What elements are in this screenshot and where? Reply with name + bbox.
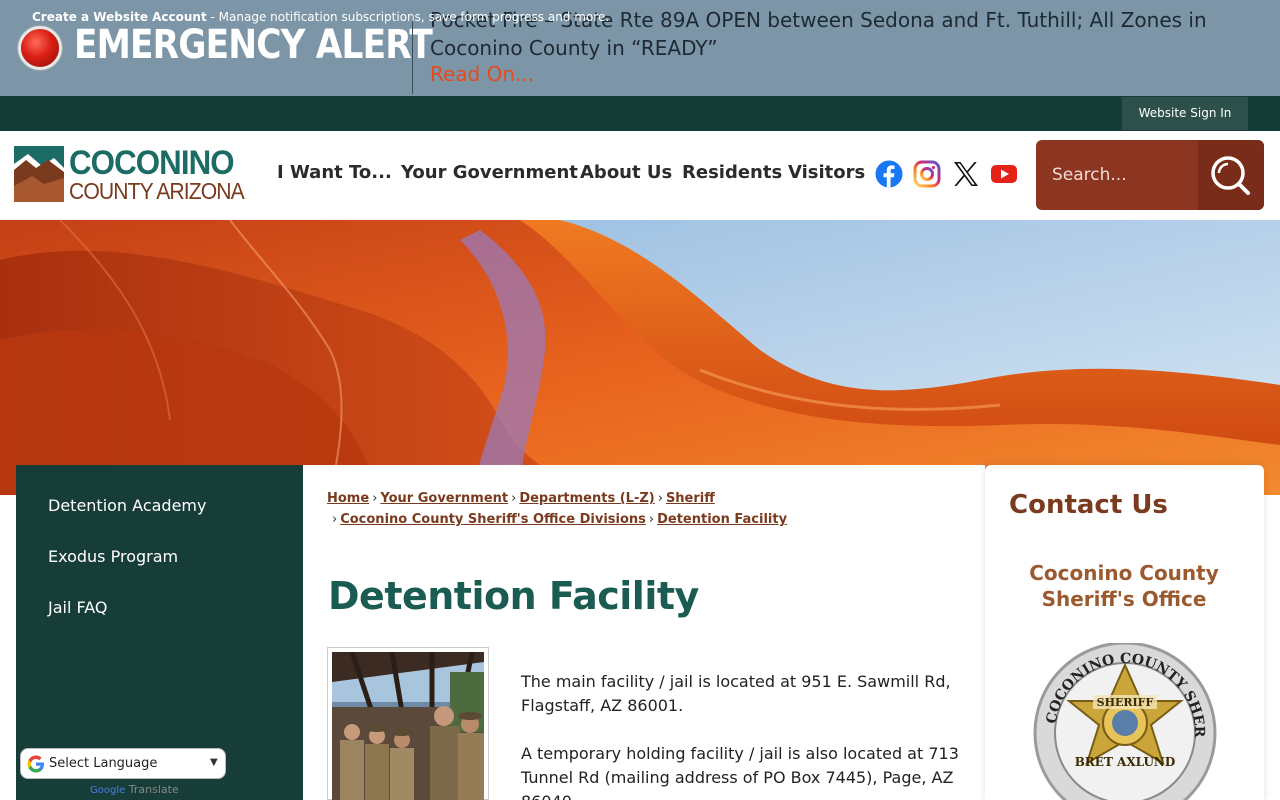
chevron-down-icon: ▼ xyxy=(210,757,218,768)
sidebar-item-detention-academy[interactable]: Detention Academy xyxy=(48,496,206,515)
x-icon[interactable] xyxy=(952,160,980,188)
sidebar-item-exodus-program[interactable]: Exodus Program xyxy=(48,547,178,566)
alert-title: EMERGENCY ALERT xyxy=(74,22,433,68)
contact-organization: Coconino County Sheriff's Office xyxy=(1004,560,1244,612)
contact-us-title: Contact Us xyxy=(1009,490,1168,520)
breadcrumb-home[interactable]: Home xyxy=(327,491,369,506)
alert-light-icon xyxy=(18,26,62,70)
language-select-label: Select Language xyxy=(49,756,158,771)
website-sign-in-button[interactable]: Website Sign In xyxy=(1122,97,1248,130)
youtube-icon[interactable] xyxy=(990,160,1018,188)
contact-org-line-2: Sheriff's Office xyxy=(1041,587,1207,611)
breadcrumb-line-2: › Coconino County Sheriff's Office Divisi… xyxy=(329,512,787,527)
mountain-logo-icon xyxy=(14,146,64,202)
instagram-icon[interactable] xyxy=(913,160,941,188)
nav-i-want-to[interactable]: I Want To... xyxy=(277,162,392,183)
alert-read-more-link[interactable]: Read On... xyxy=(430,62,534,86)
nav-about-us[interactable]: About Us xyxy=(580,162,672,183)
breadcrumb-departments[interactable]: Departments (L-Z) xyxy=(519,491,654,506)
nav-your-government[interactable]: Your Government xyxy=(401,162,578,183)
breadcrumb: Home › Your Government › Departments (L-Z) › S… xyxy=(327,491,715,506)
hero-banner-image xyxy=(0,220,1280,495)
svg-text:SHERIFF: SHERIFF xyxy=(1097,696,1154,709)
nav-visitors[interactable]: Visitors xyxy=(788,162,865,183)
sheriff-badge-seal: COCONINO COUNTY SHERIFF'S OFFICE SHERIFF… xyxy=(1033,643,1217,800)
google-g-icon xyxy=(27,755,44,773)
facebook-icon[interactable] xyxy=(875,160,903,188)
google-wordmark: Google xyxy=(90,785,126,796)
nav-residents[interactable]: Residents xyxy=(682,162,782,183)
google-translate-credit: Google Translate xyxy=(90,783,179,796)
logo-line-2: COUNTY ARIZONA xyxy=(69,178,245,204)
account-bar xyxy=(0,96,1280,131)
sidebar-item-jail-faq[interactable]: Jail FAQ xyxy=(48,598,108,617)
contact-org-line-1: Coconino County xyxy=(1029,561,1219,585)
main-facility-text: The main facility / jail is located at 9… xyxy=(521,672,951,715)
breadcrumb-separator: › xyxy=(511,491,517,506)
search-input[interactable] xyxy=(1036,140,1200,210)
search-icon xyxy=(1211,156,1250,195)
breadcrumb-your-government[interactable]: Your Government xyxy=(380,491,508,506)
temporary-facility-text: A temporary holding facility / jail is a… xyxy=(521,744,959,800)
account-description: - Manage notification subscriptions, sav… xyxy=(206,10,610,24)
svg-text:BRET AXLUND: BRET AXLUND xyxy=(1075,755,1176,769)
detention-officers-photo xyxy=(332,652,484,800)
breadcrumb-separator: › xyxy=(372,491,378,506)
coconino-county-logo[interactable]: COCONINO COUNTY ARIZONA xyxy=(14,144,260,204)
page-title: Detention Facility xyxy=(328,574,699,618)
create-account-text: Create a Website Account - Manage notifi… xyxy=(32,10,609,24)
alert-divider xyxy=(412,14,413,94)
breadcrumb-separator: › xyxy=(657,491,663,506)
breadcrumb-separator: › xyxy=(648,512,655,527)
search-button[interactable] xyxy=(1198,140,1264,210)
breadcrumb-detention-facility[interactable]: Detention Facility xyxy=(657,512,787,527)
breadcrumb-separator: › xyxy=(332,512,338,527)
create-account-link[interactable]: Create a Website Account xyxy=(32,10,207,24)
breadcrumb-sheriff-divisions[interactable]: Coconino County Sheriff's Office Divisio… xyxy=(340,512,646,527)
translate-word: Translate xyxy=(128,783,179,796)
breadcrumb-sheriff[interactable]: Sheriff xyxy=(666,491,715,506)
